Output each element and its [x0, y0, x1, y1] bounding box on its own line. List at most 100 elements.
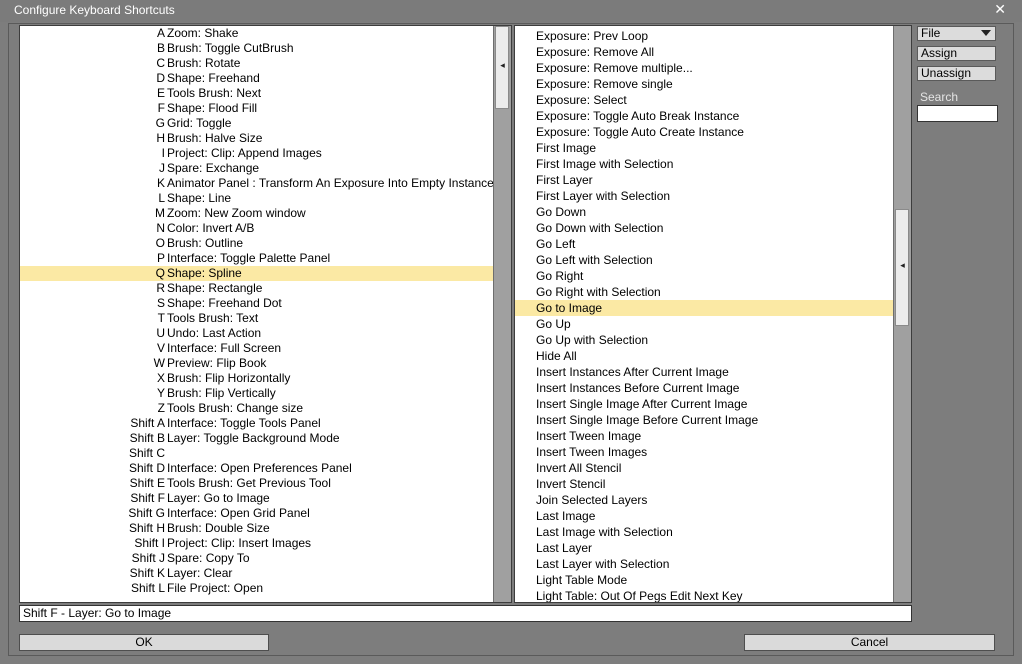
command-row[interactable]: First Image [515, 140, 893, 156]
command-row[interactable]: Go Left [515, 236, 893, 252]
command-row[interactable]: Exposure: Prev Loop [515, 28, 893, 44]
shortcut-row[interactable]: Shift J Spare: Copy To [20, 551, 493, 566]
command-row[interactable]: First Layer [515, 172, 893, 188]
command-row[interactable]: Insert Tween Images [515, 444, 893, 460]
shortcut-row[interactable]: D Shape: Freehand [20, 71, 493, 86]
command-row[interactable]: Go Down [515, 204, 893, 220]
shortcut-row[interactable]: A Zoom: Shake [20, 26, 493, 41]
shortcut-row[interactable]: G Grid: Toggle [20, 116, 493, 131]
command-row[interactable]: Insert Instances Before Current Image [515, 380, 893, 396]
command-row[interactable]: Last Image [515, 508, 893, 524]
shortcut-row[interactable]: Shift L File Project: Open [20, 581, 493, 596]
shortcut-row[interactable]: S Shape: Freehand Dot [20, 296, 493, 311]
shortcut-row[interactable]: T Tools Brush: Text [20, 311, 493, 326]
shortcut-row[interactable]: W Preview: Flip Book [20, 356, 493, 371]
shortcut-row[interactable]: I Project: Clip: Append Images [20, 146, 493, 161]
shortcut-row[interactable]: H Brush: Halve Size [20, 131, 493, 146]
shortcut-list-scrollbar[interactable]: ◂ [493, 26, 511, 602]
shortcut-row[interactable]: M Zoom: New Zoom window [20, 206, 493, 221]
close-icon[interactable]: ✕ [994, 1, 1006, 18]
command-row[interactable]: Insert Instances After Current Image [515, 364, 893, 380]
shortcut-key: M [155, 206, 165, 220]
command-row[interactable]: Go Left with Selection [515, 252, 893, 268]
cancel-button[interactable]: Cancel [744, 634, 995, 651]
shortcut-row[interactable]: Shift A Interface: Toggle Tools Panel [20, 416, 493, 431]
chevron-down-icon [981, 30, 991, 36]
shortcut-row[interactable]: C Brush: Rotate [20, 56, 493, 71]
command-row[interactable]: Join Selected Layers [515, 492, 893, 508]
command-row[interactable]: Light Table Mode [515, 572, 893, 588]
shortcut-key: Shift F [130, 491, 165, 505]
command-row[interactable]: Go Right [515, 268, 893, 284]
shortcut-row[interactable]: R Shape: Rectangle [20, 281, 493, 296]
command-row[interactable]: Last Layer with Selection [515, 556, 893, 572]
shortcut-key: S [156, 296, 165, 310]
status-field: Shift F - Layer: Go to Image [19, 605, 912, 622]
command-row[interactable]: Light Table: Out Of Pegs Edit Next Key [515, 588, 893, 602]
shortcut-row[interactable]: Shift B Layer: Toggle Background Mode [20, 431, 493, 446]
shortcut-row[interactable]: E Tools Brush: Next [20, 86, 493, 101]
assign-button[interactable]: Assign [917, 46, 996, 61]
command-row[interactable]: Go Up [515, 316, 893, 332]
command-row[interactable]: Go Up with Selection [515, 332, 893, 348]
command-row[interactable]: Insert Single Image After Current Image [515, 396, 893, 412]
command-row[interactable]: Go to Image [515, 300, 893, 316]
scroll-arrow-icon[interactable]: ◂ [494, 60, 511, 71]
shortcut-row[interactable]: J Spare: Exchange [20, 161, 493, 176]
shortcut-row[interactable]: P Interface: Toggle Palette Panel [20, 251, 493, 266]
file-dropdown[interactable]: File [917, 26, 996, 41]
title-bar: Configure Keyboard Shortcuts ✕ [0, 0, 1022, 22]
shortcut-row[interactable]: V Interface: Full Screen [20, 341, 493, 356]
shortcut-key: P [156, 251, 165, 265]
ok-button[interactable]: OK [19, 634, 269, 651]
command-row[interactable]: Exposure: Select [515, 92, 893, 108]
shortcut-row[interactable]: Shift F Layer: Go to Image [20, 491, 493, 506]
command-row[interactable]: First Image with Selection [515, 156, 893, 172]
shortcut-row[interactable]: O Brush: Outline [20, 236, 493, 251]
command-row[interactable]: Last Image with Selection [515, 524, 893, 540]
command-row[interactable]: Hide All [515, 348, 893, 364]
command-row[interactable]: Exposure: Remove multiple... [515, 60, 893, 76]
shortcut-row[interactable]: Shift E Tools Brush: Get Previous Tool [20, 476, 493, 491]
shortcut-key: U [156, 326, 165, 340]
command-row[interactable]: Insert Tween Image [515, 428, 893, 444]
command-row[interactable]: Last Layer [515, 540, 893, 556]
shortcut-row[interactable]: X Brush: Flip Horizontally [20, 371, 493, 386]
command-row[interactable]: Go Right with Selection [515, 284, 893, 300]
shortcut-list-panel[interactable]: A Zoom: Shake B Brush: Toggle CutBrush C Brus… [19, 25, 512, 603]
unassign-button[interactable]: Unassign [917, 66, 996, 81]
shortcut-row[interactable]: B Brush: Toggle CutBrush [20, 41, 493, 56]
shortcut-row[interactable]: Shift G Interface: Open Grid Panel [20, 506, 493, 521]
command-list[interactable]: Exposure: Prev Loop Exposure: Remove All E… [515, 28, 893, 602]
shortcut-row[interactable]: K Animator Panel : Transform An Exposure … [20, 176, 494, 191]
shortcut-row[interactable]: Shift D Interface: Open Preferences Panel [20, 461, 493, 476]
command-row[interactable]: Exposure: Remove single [515, 76, 893, 92]
command-row[interactable]: First Layer with Selection [515, 188, 893, 204]
command-row[interactable]: Invert All Stencil [515, 460, 893, 476]
shortcut-row[interactable]: Shift H Brush: Double Size [20, 521, 493, 536]
shortcut-row[interactable]: Q Shape: Spline [20, 266, 493, 281]
command-row[interactable]: Exposure: Toggle Auto Create Instance [515, 124, 893, 140]
shortcut-row[interactable]: Shift K Layer: Clear [20, 566, 493, 581]
shortcut-row[interactable]: Z Tools Brush: Change size [20, 401, 493, 416]
shortcut-row[interactable]: Y Brush: Flip Vertically [20, 386, 493, 401]
shortcut-row[interactable]: F Shape: Flood Fill [20, 101, 493, 116]
shortcut-key: Shift A [130, 416, 165, 430]
shortcut-row[interactable]: Shift I Project: Clip: Insert Images [20, 536, 493, 551]
command-row[interactable]: Exposure: Toggle Auto Break Instance [515, 108, 893, 124]
shortcut-key: I [161, 146, 165, 160]
command-list-panel[interactable]: Exposure: Prev Loop Exposure: Remove All E… [514, 25, 912, 603]
command-row[interactable]: Invert Stencil [515, 476, 893, 492]
shortcut-list[interactable]: A Zoom: Shake B Brush: Toggle CutBrush C Brus… [20, 26, 494, 596]
shortcut-row[interactable]: L Shape: Line [20, 191, 493, 206]
shortcut-command: Zoom: New Zoom window [167, 206, 306, 220]
command-list-scrollbar[interactable]: ◂ [893, 26, 911, 602]
command-row[interactable]: Exposure: Remove All [515, 44, 893, 60]
command-row[interactable]: Go Down with Selection [515, 220, 893, 236]
shortcut-row[interactable]: U Undo: Last Action [20, 326, 493, 341]
shortcut-row[interactable]: N Color: Invert A/B [20, 221, 493, 236]
search-input[interactable] [917, 105, 998, 122]
command-row[interactable]: Insert Single Image Before Current Image [515, 412, 893, 428]
scroll-arrow-icon[interactable]: ◂ [894, 260, 911, 271]
shortcut-row[interactable]: Shift C [20, 446, 493, 461]
